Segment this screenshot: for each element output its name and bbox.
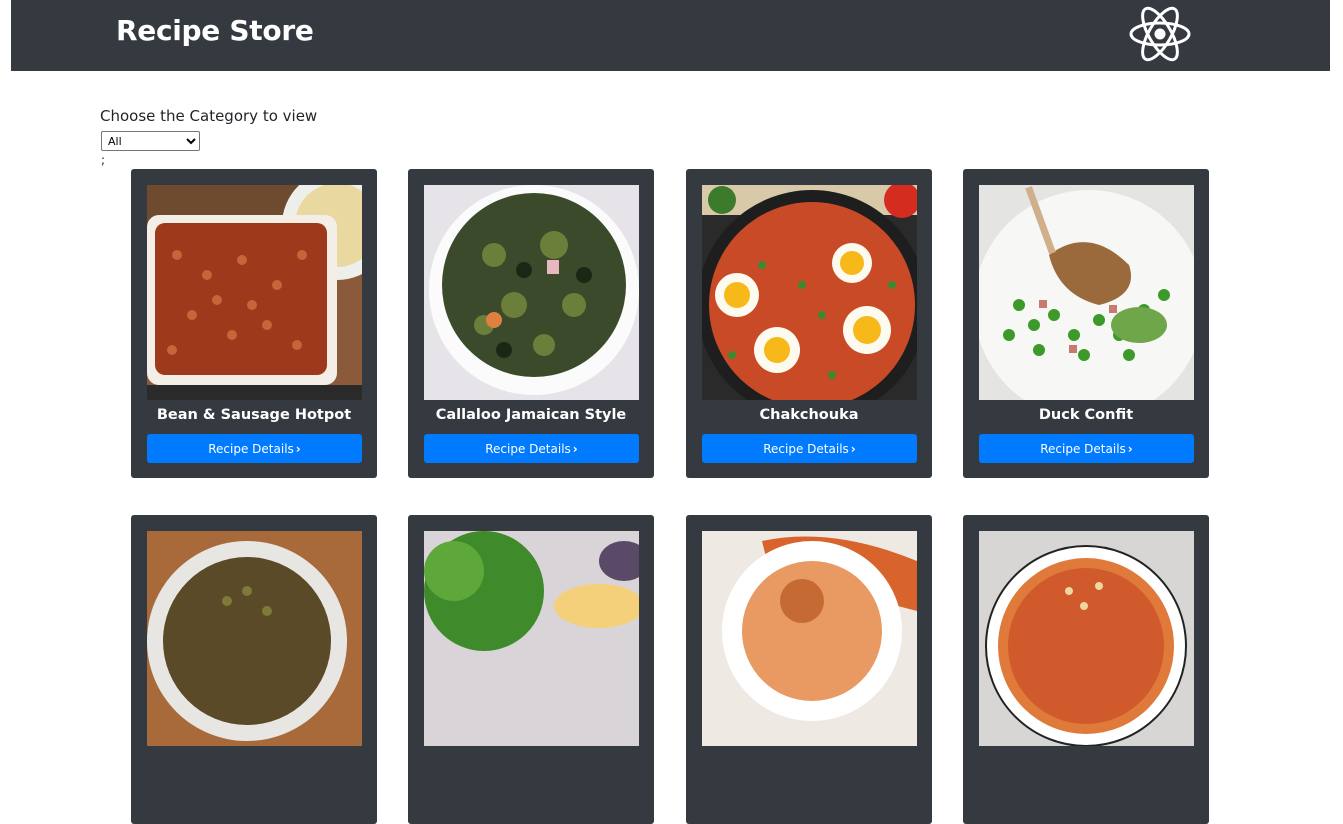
recipe-title: Duck Confit <box>1038 407 1134 423</box>
recipe-details-button[interactable]: Recipe Details › <box>702 434 917 463</box>
category-select[interactable]: All <box>101 131 200 151</box>
recipe-card: Duck Confit Recipe Details › <box>963 169 1209 478</box>
recipe-image <box>424 531 639 746</box>
recipe-image <box>979 531 1194 746</box>
recipe-image <box>424 185 639 400</box>
recipe-details-label: Recipe Details <box>1040 441 1126 456</box>
recipe-card <box>963 515 1209 824</box>
recipe-image <box>979 185 1194 400</box>
recipe-image <box>702 531 917 746</box>
chevron-right-icon: › <box>295 441 301 456</box>
react-atom-icon <box>1129 6 1191 62</box>
recipe-card: Bean & Sausage Hotpot Recipe Details › <box>131 169 377 478</box>
recipe-details-button[interactable]: Recipe Details › <box>979 434 1194 463</box>
chevron-right-icon: › <box>850 441 856 456</box>
recipe-details-label: Recipe Details <box>208 441 294 456</box>
recipe-card: Chakchouka Recipe Details › <box>686 169 932 478</box>
recipe-details-label: Recipe Details <box>763 441 849 456</box>
recipe-card <box>408 515 654 824</box>
stray-text: ; <box>101 153 106 167</box>
recipe-title: Chakchouka <box>759 407 859 423</box>
navbar: Recipe Store <box>11 0 1330 71</box>
recipe-image <box>702 185 917 400</box>
chevron-right-icon: › <box>572 441 578 456</box>
recipe-card <box>686 515 932 824</box>
recipe-title: Callaloo Jamaican Style <box>435 407 627 423</box>
recipe-card <box>131 515 377 824</box>
recipe-details-button[interactable]: Recipe Details › <box>147 434 362 463</box>
recipe-image <box>147 531 362 746</box>
recipe-title: Bean & Sausage Hotpot <box>156 407 352 423</box>
brand-title[interactable]: Recipe Store <box>116 14 314 47</box>
chevron-right-icon: › <box>1127 441 1133 456</box>
recipe-details-label: Recipe Details <box>485 441 571 456</box>
recipe-image <box>147 185 362 400</box>
recipe-details-button[interactable]: Recipe Details › <box>424 434 639 463</box>
category-label: Choose the Category to view <box>100 107 318 125</box>
recipe-card: Callaloo Jamaican Style Recipe Details › <box>408 169 654 478</box>
